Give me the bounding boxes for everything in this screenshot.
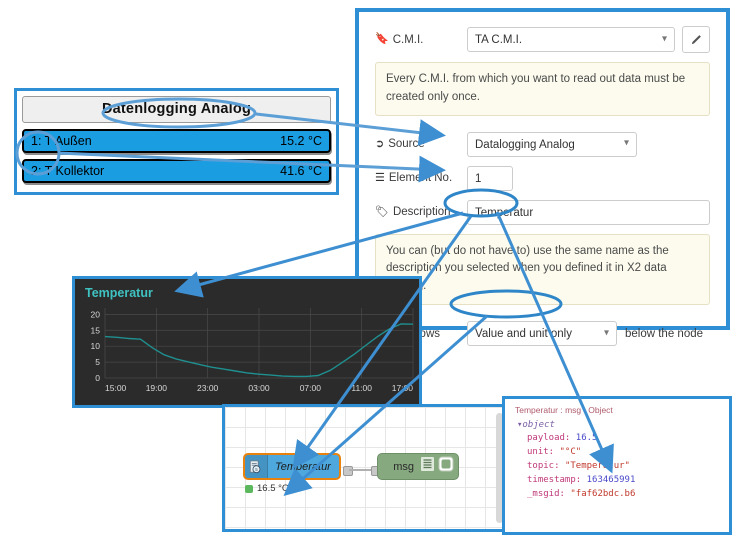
- debug-entry-key: payload:: [527, 433, 576, 443]
- description-field-row: 🏷 Description Temperatur: [375, 199, 710, 225]
- debug-toggle-icon[interactable]: [438, 456, 454, 477]
- debug-entry: unit: "°C": [527, 447, 729, 457]
- description-input[interactable]: Temperatur: [467, 199, 710, 225]
- svg-text:23:00: 23:00: [197, 383, 219, 393]
- description-label: 🏷 Description: [375, 205, 451, 219]
- datalogging-row-value: 15.2 °C: [280, 134, 322, 148]
- debug-message-header: Temperatur : msg : Object: [515, 405, 613, 415]
- node-status-text: 16.5 °C: [257, 483, 289, 494]
- debug-entry-key: timestamp:: [527, 475, 587, 485]
- chart-x-tick-labels: 15:00 19:00 23:00 03:00 07:00 11:00 17:00: [105, 383, 413, 393]
- svg-text:03:00: 03:00: [248, 383, 270, 393]
- debug-entry: _msgid: "faf62bdc.b6: [527, 489, 729, 499]
- svg-text:15: 15: [91, 325, 101, 335]
- cmi-input-node[interactable]: 5 Temperatur: [243, 453, 341, 480]
- element-no-label: ☰ Element No.: [375, 171, 453, 185]
- svg-text:5: 5: [95, 357, 100, 367]
- edit-cmi-button[interactable]: [682, 26, 710, 53]
- datalogging-analog-panel: Datenlogging Analog 1: T Außen 15.2 °C 2…: [14, 88, 339, 195]
- chevron-down-icon: ▾: [661, 32, 667, 44]
- chart-title: Temperatur: [85, 286, 153, 300]
- cmi-select[interactable]: TA C.M.I. ▾: [467, 27, 675, 52]
- ui-shows-field-row: 📅 UI shows Value and unit only ▾ below t…: [375, 321, 710, 347]
- chart-gridlines: [104, 308, 414, 379]
- debug-entry-key: unit:: [527, 447, 560, 457]
- export-icon: ➲: [375, 137, 385, 150]
- debug-entry: timestamp: 163465991: [527, 475, 729, 485]
- debug-entry-value: 163465991: [586, 475, 636, 485]
- debug-lines-icon: [421, 456, 434, 477]
- cmi-help-note: Every C.M.I. from which you want to read…: [375, 62, 710, 116]
- debug-entries: payload: 16.5 unit: "°C" topic: "Temperatu…: [515, 433, 729, 499]
- ui-shows-trailing-text: below the node: [625, 327, 704, 340]
- datalogging-row[interactable]: 1: T Außen 15.2 °C: [22, 129, 331, 153]
- svg-text:11:00: 11:00: [351, 383, 372, 393]
- datalogging-analog-header: Datenlogging Analog: [22, 96, 331, 123]
- element-no-field-row: ☰ Element No. 1: [375, 165, 710, 191]
- debug-entry-value: "faf62bdc.b6: [570, 489, 636, 499]
- debug-entry-value: "Temperatur": [564, 461, 630, 471]
- svg-text:19:00: 19:00: [146, 383, 168, 393]
- green-square-icon: [245, 484, 253, 493]
- tag-icon: 🏷: [375, 205, 389, 218]
- debug-entry-key: _msgid:: [527, 489, 571, 499]
- svg-text:0: 0: [95, 373, 100, 383]
- debug-entry-key: topic:: [527, 461, 565, 471]
- debug-entry-value: 16.5: [575, 433, 598, 443]
- svg-text:15:00: 15:00: [105, 383, 127, 393]
- cmi-glyph-icon: 5: [249, 459, 261, 473]
- node-output-port[interactable]: [343, 466, 353, 476]
- svg-text:20: 20: [91, 309, 101, 319]
- ui-shows-select[interactable]: Value and unit only ▾: [467, 321, 617, 347]
- node-red-flow-panel[interactable]: 5 Temperatur msg 16.5 °C: [222, 404, 510, 532]
- flow-canvas[interactable]: 5 Temperatur msg 16.5 °C: [225, 407, 507, 529]
- datalogging-row-label: 1: T Außen: [31, 134, 92, 148]
- svg-text:07:00: 07:00: [300, 383, 322, 393]
- source-field-row: ➲ Source Datalogging Analog ▾: [375, 131, 710, 157]
- datalogging-row-value: 41.6 °C: [280, 164, 322, 178]
- debug-node[interactable]: msg: [377, 453, 459, 480]
- description-help-note: You can (but do not have to) use the sam…: [375, 233, 710, 306]
- svg-text:10: 10: [91, 341, 101, 351]
- debug-object-root[interactable]: ▾object: [517, 420, 729, 430]
- temperature-chart-panel: Temperatur 0 5 10 15 20 15:00 19:00 23:00 03:00…: [72, 276, 422, 408]
- temperature-line-chart: 05101520 15:00 19:00 23:00 03:00 07:00 11:00 1…: [91, 308, 414, 393]
- source-label: ➲ Source: [375, 137, 425, 151]
- datalogging-row[interactable]: 2: T Kollektor 41.6 °C: [22, 159, 331, 183]
- bookmark-icon: 🔖: [375, 33, 389, 45]
- cmi-field-row: 🔖 C.M.I. TA C.M.I. ▾: [375, 26, 710, 53]
- datalogging-row-label: 2: T Kollektor: [31, 164, 105, 178]
- node-status: 16.5 °C: [245, 483, 289, 494]
- pencil-icon: [691, 34, 701, 44]
- debug-entry-value: "°C": [559, 447, 582, 457]
- debug-node-label: msg: [393, 460, 414, 473]
- debug-entry: payload: 16.5: [527, 433, 729, 443]
- cmi-node-label: Temperatur: [275, 460, 331, 473]
- chevron-down-icon: ▾: [623, 137, 629, 149]
- element-no-input[interactable]: 1: [467, 165, 513, 191]
- list-icon: ☰: [375, 171, 385, 184]
- chart-y-tick-labels: 0 5 10 15 20: [91, 309, 101, 383]
- cmi-label: 🔖 C.M.I.: [375, 33, 424, 46]
- source-select[interactable]: Datalogging Analog ▾: [467, 131, 637, 157]
- debug-sidebar-panel: Temperatur : msg : Object ▾object payloa…: [502, 396, 732, 535]
- svg-text:17:00: 17:00: [392, 383, 414, 393]
- cmi-icon: 5: [245, 455, 268, 478]
- chevron-down-icon: ▾: [603, 326, 609, 338]
- debug-entry: topic: "Temperatur": [527, 461, 729, 471]
